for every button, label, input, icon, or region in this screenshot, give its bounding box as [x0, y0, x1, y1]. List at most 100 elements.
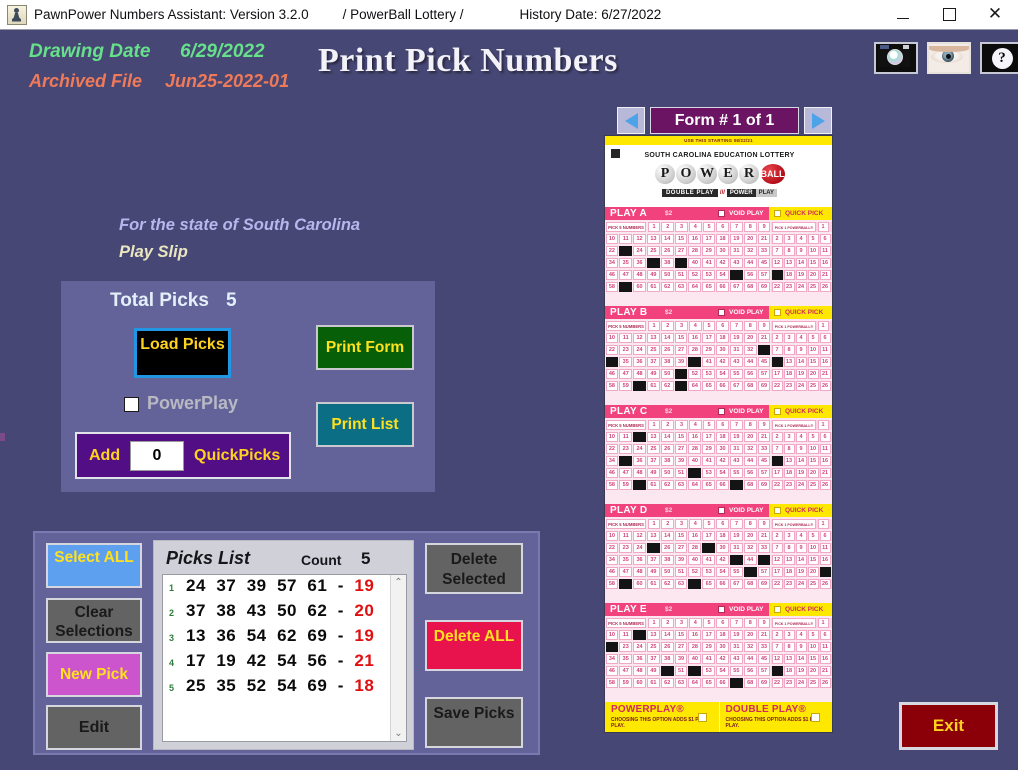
grid-cell[interactable]: 69 — [757, 678, 771, 688]
grid-cell[interactable]: 28 — [688, 543, 702, 553]
quick-pick-area[interactable]: QUICK PICK — [769, 603, 832, 616]
grid-cell[interactable]: 20 — [743, 333, 757, 343]
grid-cell[interactable]: 3 — [783, 333, 795, 343]
grid-cell[interactable]: 54 — [716, 567, 729, 577]
grid-cell[interactable]: 8 — [783, 543, 795, 553]
grid-cell[interactable]: 25 — [807, 678, 819, 688]
grid-cell[interactable]: 46 — [605, 567, 619, 577]
grid-cell[interactable]: 11 — [819, 543, 831, 553]
grid-cell[interactable]: 36 — [633, 555, 646, 565]
load-picks-button[interactable]: Load Picks — [134, 328, 231, 378]
grid-cell[interactable]: 14 — [660, 333, 674, 343]
grid-cell[interactable]: 41 — [702, 258, 716, 268]
quick-pick-checkbox[interactable] — [774, 309, 781, 316]
grid-cell[interactable]: 62 — [660, 678, 674, 688]
grid-cell[interactable]: 9 — [795, 444, 807, 454]
grid-cell[interactable]: 22 — [771, 282, 783, 292]
grid-cell[interactable]: 36 — [633, 654, 646, 664]
grid-cell[interactable]: 7 — [771, 345, 783, 355]
pick-row[interactable]: 5 25 35 52 54 69 - 18 — [163, 675, 406, 700]
grid-cell[interactable]: 3 — [783, 432, 795, 442]
grid-cell[interactable]: 26 — [819, 579, 831, 589]
save-picks-button[interactable]: Save Picks — [425, 697, 523, 748]
pick-row[interactable]: 3 13 36 54 62 69 - 19 — [163, 625, 406, 650]
grid-cell[interactable]: 20 — [743, 432, 757, 442]
grid-cell[interactable]: 7 — [730, 222, 743, 232]
grid-cell[interactable]: 13 — [783, 258, 795, 268]
grid-cell-marked[interactable]: 67 — [729, 678, 743, 688]
grid-cell[interactable]: 61 — [646, 678, 660, 688]
grid-cell[interactable]: 46 — [605, 270, 619, 280]
grid-cell[interactable]: 65 — [702, 678, 716, 688]
grid-cell[interactable]: 4 — [688, 519, 702, 529]
grid-cell[interactable]: 19 — [795, 567, 807, 577]
grid-cell-marked[interactable]: 52 — [688, 468, 702, 478]
grid-cell[interactable]: 58 — [605, 480, 619, 490]
grid-cell[interactable]: 12 — [771, 258, 783, 268]
grid-cell[interactable]: 60 — [633, 282, 646, 292]
grid-cell[interactable]: 25 — [646, 642, 660, 652]
slip-play-section[interactable]: PLAY D $2 VOID PLAY QUICK PICK PICK 5 NUMBER… — [605, 504, 832, 603]
grid-cell[interactable]: 39 — [674, 654, 688, 664]
grid-cell[interactable]: 14 — [795, 456, 807, 466]
grid-cell[interactable]: 17 — [771, 567, 783, 577]
grid-cell[interactable]: 6 — [716, 519, 730, 529]
grid-cell[interactable]: 40 — [688, 555, 702, 565]
grid-cell[interactable]: 23 — [619, 642, 633, 652]
grid-cell[interactable]: 62 — [660, 282, 674, 292]
grid-cell[interactable]: 6 — [819, 432, 831, 442]
quick-pick-area[interactable]: QUICK PICK — [769, 504, 832, 517]
scroll-up-icon[interactable]: ⌃ — [391, 575, 406, 590]
grid-cell[interactable]: 56 — [743, 468, 757, 478]
grid-cell[interactable]: 30 — [716, 345, 729, 355]
grid-cell[interactable]: 23 — [619, 543, 633, 553]
grid-cell[interactable]: 16 — [688, 531, 702, 541]
grid-cell[interactable]: 14 — [795, 258, 807, 268]
grid-cell[interactable]: 49 — [646, 567, 660, 577]
grid-cell[interactable]: 5 — [807, 333, 819, 343]
grid-cell[interactable]: 60 — [633, 678, 646, 688]
grid-cell[interactable]: 64 — [688, 480, 702, 490]
grid-cell[interactable]: 3 — [783, 630, 795, 640]
grid-cell[interactable]: 5 — [702, 519, 716, 529]
grid-cell[interactable]: 13 — [646, 333, 660, 343]
void-play-checkbox[interactable] — [718, 507, 725, 514]
grid-cell[interactable]: 23 — [783, 579, 795, 589]
grid-cell[interactable]: 27 — [674, 345, 688, 355]
grid-cell[interactable]: 65 — [702, 579, 716, 589]
picks-scrollbar[interactable]: ⌃ ⌄ — [390, 575, 406, 741]
grid-cell[interactable]: 17 — [702, 531, 716, 541]
play-number-grid[interactable]: PICK 5 NUMBERS 1 2 3 4 5 6 7 8 9 PICK 1 POWERBALL®… — [605, 616, 832, 702]
powerplay-option[interactable]: POWERPLAY® CHOOSING THIS OPTION ADDS $1 … — [605, 702, 719, 732]
grid-cell[interactable]: 42 — [716, 456, 729, 466]
grid-cell-marked[interactable]: 67 — [729, 480, 743, 490]
grid-cell-marked[interactable]: 33 — [757, 345, 771, 355]
grid-cell[interactable]: 24 — [633, 444, 646, 454]
grid-cell[interactable]: 68 — [743, 381, 757, 391]
grid-cell[interactable]: 25 — [807, 579, 819, 589]
grid-cell[interactable]: 66 — [716, 579, 729, 589]
grid-cell[interactable]: 8 — [783, 444, 795, 454]
grid-cell[interactable]: 19 — [729, 333, 743, 343]
grid-cell[interactable]: 9 — [757, 519, 771, 529]
grid-cell[interactable]: 1 — [647, 618, 661, 628]
grid-cell[interactable]: 30 — [716, 444, 729, 454]
grid-cell[interactable]: 15 — [674, 432, 688, 442]
grid-cell[interactable]: 17 — [702, 630, 716, 640]
grid-cell[interactable]: 20 — [807, 369, 819, 379]
grid-cell[interactable]: 13 — [783, 555, 795, 565]
grid-cell[interactable]: 16 — [819, 357, 831, 367]
grid-cell[interactable]: 12 — [771, 654, 783, 664]
grid-cell[interactable]: 19 — [795, 270, 807, 280]
grid-cell[interactable]: 21 — [757, 234, 771, 244]
grid-cell[interactable]: 38 — [660, 654, 674, 664]
grid-cell[interactable]: 38 — [660, 357, 674, 367]
grid-cell[interactable]: 9 — [795, 642, 807, 652]
grid-cell[interactable]: 7 — [730, 321, 743, 331]
grid-cell[interactable]: 29 — [702, 444, 716, 454]
grid-cell-marked[interactable]: 12 — [771, 357, 783, 367]
grid-cell[interactable]: 9 — [795, 345, 807, 355]
grid-cell[interactable]: 18 — [716, 531, 729, 541]
grid-cell[interactable]: 46 — [605, 468, 619, 478]
grid-cell[interactable]: 14 — [660, 531, 674, 541]
